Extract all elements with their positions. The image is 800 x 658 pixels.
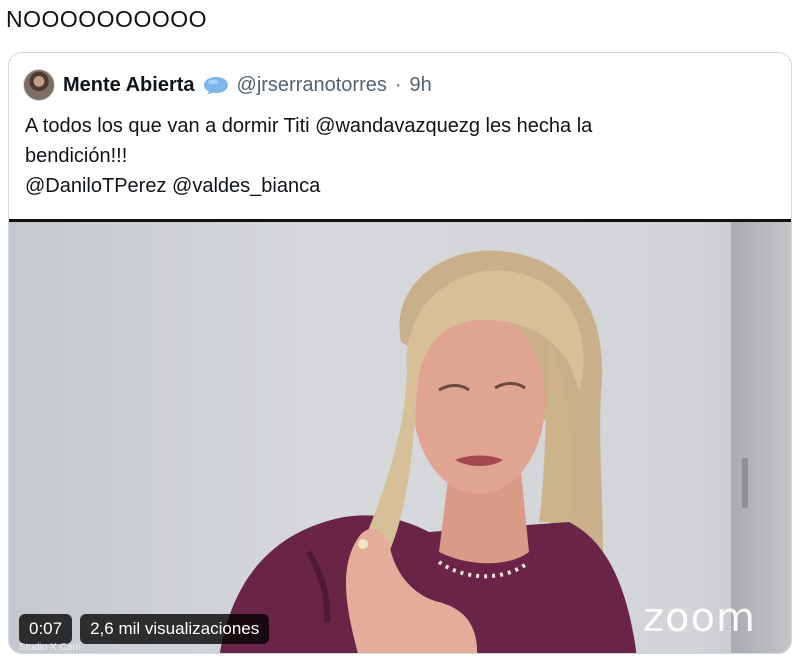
video-duration: 0:07 [19,614,73,644]
zoom-logo: zoom [643,595,756,641]
body-line: bendición!!! [25,145,128,167]
view-count: 2,6 mil visualizaciones [80,614,270,644]
verified-badge-icon [203,75,229,95]
author-name[interactable]: Mente Abierta [63,74,195,97]
video-player[interactable]: 0:07 2,6 mil visualizaciones zoom Studio… [9,219,791,653]
tweet-text: NOOOOOOOOOO [6,6,208,32]
quoted-tweet-header: Mente Abierta @jrserranotorres · 9h [23,69,432,101]
avatar[interactable] [23,69,55,101]
video-watermark: Studio X Cam [19,642,81,653]
body-line: A todos los que van a dormir Titi @wanda… [25,115,593,137]
video-frame-person [219,250,637,653]
timestamp[interactable]: 9h [410,74,432,97]
player-controls: 0:07 2,6 mil visualizaciones [19,614,270,644]
quoted-tweet-card[interactable]: Mente Abierta @jrserranotorres · 9h A to… [8,52,792,654]
body-line: @DaniloTPerez @valdes_bianca [25,175,321,197]
author-handle[interactable]: @jrserranotorres [237,74,387,97]
quoted-tweet-body: A todos los que van a dormir Titi @wanda… [25,111,765,201]
separator-dot: · [394,73,402,96]
